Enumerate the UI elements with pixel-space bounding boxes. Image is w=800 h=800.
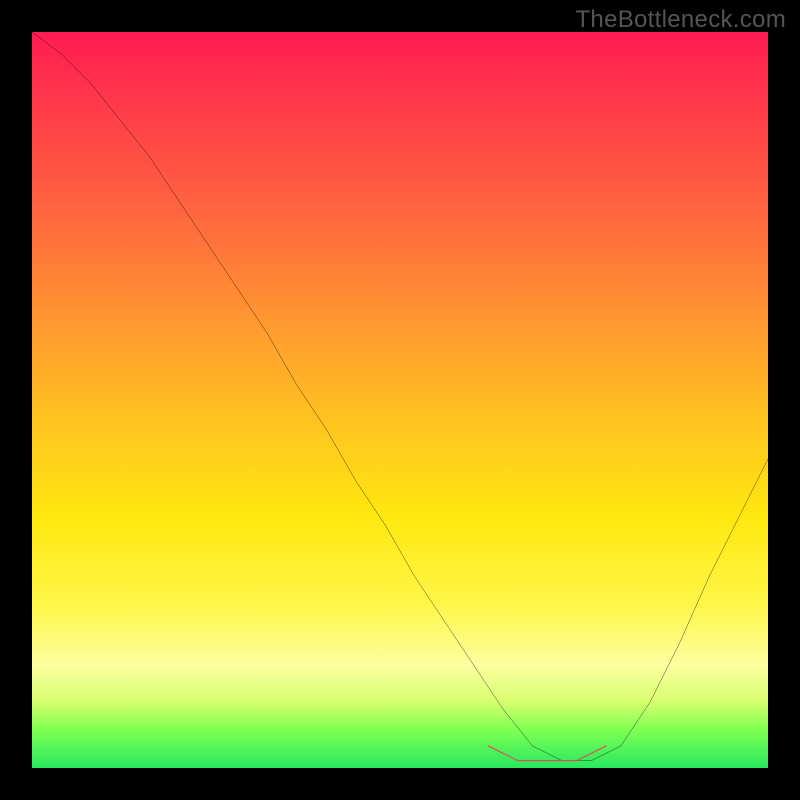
minimum-highlight	[32, 32, 768, 768]
watermark-text: TheBottleneck.com	[575, 6, 786, 34]
plot-area	[32, 32, 768, 768]
chart-frame: TheBottleneck.com	[0, 0, 800, 800]
